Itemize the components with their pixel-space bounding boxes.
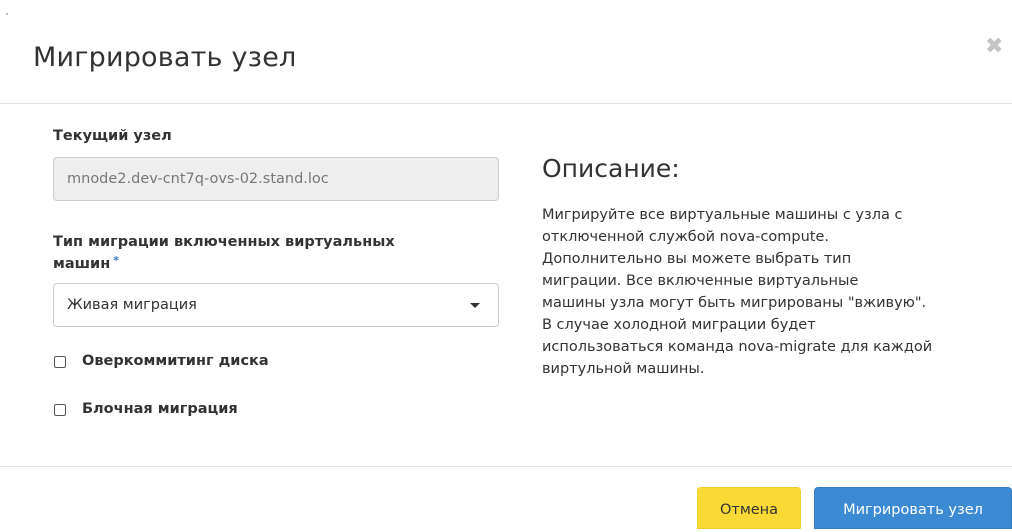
current-node-field: mnode2.dev-cnt7q-ovs-02.stand.loc — [53, 157, 499, 201]
block-migration-label[interactable]: Блочная миграция — [82, 401, 238, 417]
description-title: Описание: — [542, 154, 680, 183]
description-line: В случае холодной миграции будет — [542, 317, 816, 333]
description-line: Дополнительно вы можете выбрать тип — [542, 251, 852, 267]
caret-down-icon — [470, 303, 480, 308]
description-line: виртульной машины. — [542, 361, 705, 377]
description-line: использоваться команда nova-migrate для … — [542, 339, 933, 355]
migrate-host-button[interactable]: Мигрировать узел — [814, 487, 1012, 529]
migration-type-selected: Живая миграция — [67, 297, 197, 313]
description-line: машины узла могут быть мигрированы "вжив… — [542, 295, 927, 311]
disk-overcommit-label[interactable]: Оверкоммитинг диска — [82, 353, 269, 369]
migration-type-label: Тип миграции включенных виртуальных маши… — [53, 231, 395, 275]
modal-footer — [0, 466, 1012, 467]
migration-type-label-line2: машин — [53, 256, 111, 272]
current-node-label: Текущий узел — [53, 128, 172, 144]
modal-title: Мигрировать узел — [33, 42, 297, 73]
migration-type-label-line1: Тип миграции включенных виртуальных — [53, 234, 395, 250]
required-star: * — [113, 254, 119, 267]
migration-type-select[interactable]: Живая миграция — [53, 283, 499, 327]
modal-header: Мигрировать узел ✖ — [0, 0, 1012, 104]
block-migration-checkbox[interactable] — [54, 404, 66, 416]
description-line: отключенной службой nova-compute. — [542, 229, 829, 245]
cancel-button[interactable]: Отмена — [697, 487, 801, 529]
close-icon[interactable]: ✖ — [985, 36, 1003, 58]
description-text: Мигрируйте все виртуальные машины с узла… — [542, 204, 998, 380]
description-line: Мигрируйте все виртуальные машины с узла… — [542, 207, 903, 223]
description-line: миграции. Все включенные виртуальные — [542, 273, 859, 289]
disk-overcommit-checkbox[interactable] — [54, 356, 66, 368]
